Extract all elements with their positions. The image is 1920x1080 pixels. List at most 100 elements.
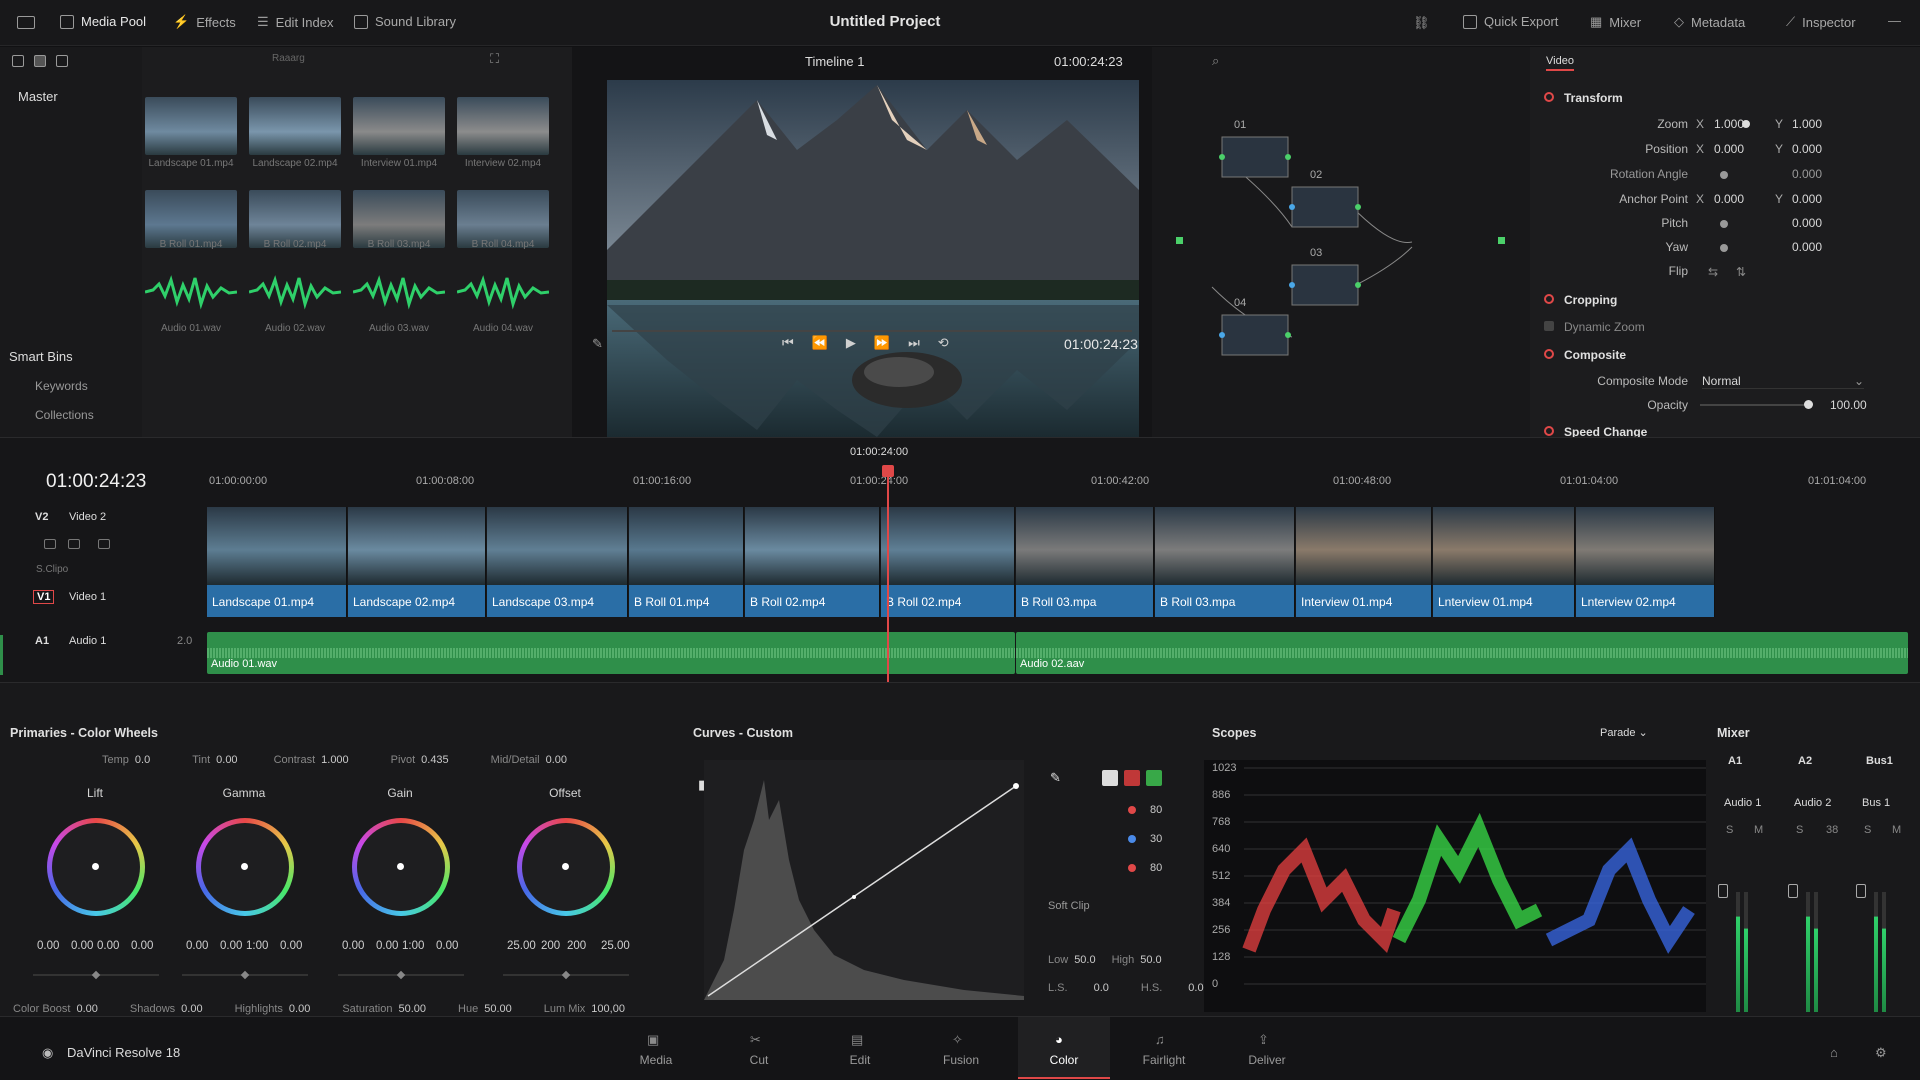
viewer-scrubber[interactable] bbox=[612, 330, 1132, 332]
timeline-clip[interactable]: Landscape 03.mp4 bbox=[487, 507, 628, 617]
more-icon[interactable]: — bbox=[1888, 13, 1901, 28]
page-tab-media[interactable]: ▣ Media bbox=[610, 1017, 702, 1079]
mixer-mute-button[interactable]: M bbox=[1892, 824, 1901, 836]
home-icon[interactable]: ⌂ bbox=[1830, 1045, 1838, 1060]
effects-button[interactable]: ⚡ Effects bbox=[173, 14, 236, 30]
blue-intensity[interactable]: 80 bbox=[1150, 862, 1162, 874]
page-tab-deliver[interactable]: ⇪ Deliver bbox=[1221, 1017, 1313, 1079]
composite-mode-select[interactable]: Normal ⌄ bbox=[1702, 374, 1864, 389]
lift-value[interactable]: 0.00 bbox=[37, 940, 59, 952]
temp-value[interactable]: 0.0 bbox=[135, 754, 150, 766]
speed-change-toggle[interactable] bbox=[1544, 426, 1554, 436]
tint-value[interactable]: 0.00 bbox=[216, 754, 237, 766]
offset-wheel[interactable] bbox=[517, 818, 615, 916]
offset-value[interactable]: 200 bbox=[567, 940, 586, 952]
gamma-value[interactable]: 0.00 bbox=[186, 940, 208, 952]
offset-value[interactable]: 200 bbox=[541, 940, 560, 952]
mixer-fader[interactable] bbox=[1718, 884, 1728, 898]
pitch-slider[interactable] bbox=[1720, 220, 1728, 228]
clip-thumbnail[interactable] bbox=[249, 97, 341, 155]
timeline-clip[interactable]: B Roll 03.mpa bbox=[1155, 507, 1295, 617]
zoom-icon[interactable]: ⌕ bbox=[1212, 53, 1219, 69]
timeline-name[interactable]: Timeline 1 bbox=[805, 54, 864, 69]
timeline-clip[interactable]: Interview 01.mp4 bbox=[1296, 507, 1432, 617]
gain-value[interactable]: 0.00 bbox=[436, 940, 458, 952]
mixer-button[interactable]: ▦ Mixer bbox=[1590, 14, 1641, 30]
ls-value[interactable]: 0.0 bbox=[1094, 982, 1109, 994]
track-view-icon[interactable] bbox=[98, 539, 110, 549]
audio-thumbnail[interactable] bbox=[144, 273, 238, 311]
cropping-header[interactable]: Cropping bbox=[1564, 293, 1617, 307]
lift-value[interactable]: 0.00 bbox=[71, 940, 93, 952]
curves-graph[interactable] bbox=[704, 760, 1024, 1000]
lift-wheel[interactable] bbox=[47, 818, 145, 916]
gamma-value[interactable]: 1:00 bbox=[246, 940, 268, 952]
rotation-value[interactable]: 0.000 bbox=[1792, 167, 1822, 181]
transform-toggle[interactable] bbox=[1544, 92, 1554, 102]
zoom-y-value[interactable]: 1.000 bbox=[1792, 117, 1822, 131]
page-tab-cut[interactable]: ✂ Cut bbox=[713, 1017, 805, 1079]
timeline-ruler[interactable]: 01:00:00:00 01:00:08:00 01:00:16:00 01:00:2… bbox=[205, 465, 1920, 487]
timeline-clip[interactable]: B Roll 02.mp4 bbox=[745, 507, 880, 617]
contrast-value[interactable]: 1.000 bbox=[321, 754, 349, 766]
timeline-clip[interactable]: Landscape 02.mp4 bbox=[348, 507, 486, 617]
opacity-value[interactable]: 100.00 bbox=[1830, 398, 1867, 412]
track-a1-name[interactable]: Audio 1 bbox=[69, 635, 106, 647]
page-tab-edit[interactable]: ▤ Edit bbox=[814, 1017, 906, 1079]
step-forward-icon[interactable]: ⏩ bbox=[874, 335, 890, 351]
curve-channel-white[interactable] bbox=[1102, 770, 1118, 786]
transform-header[interactable]: Transform bbox=[1564, 91, 1623, 105]
track-v1[interactable]: V1 bbox=[33, 590, 55, 604]
skip-back-icon[interactable]: ⏮ bbox=[782, 335, 794, 351]
lum-mix-value[interactable]: 100,00 bbox=[591, 1003, 625, 1015]
timeline-clip[interactable]: B Roll 03.mpa bbox=[1016, 507, 1154, 617]
gamma-value[interactable]: 0.00 bbox=[280, 940, 302, 952]
zoom-x-value[interactable]: 1.000 bbox=[1714, 117, 1744, 131]
master-bin[interactable]: Master bbox=[18, 89, 58, 104]
playhead-handle[interactable] bbox=[882, 465, 894, 477]
flip-horizontal-icon[interactable]: ⇆ bbox=[1708, 265, 1718, 279]
playhead[interactable] bbox=[887, 465, 889, 685]
dynamic-zoom-header[interactable]: Dynamic Zoom bbox=[1564, 320, 1645, 334]
yaw-value[interactable]: 0.000 bbox=[1792, 240, 1822, 254]
offset-value[interactable]: 25.00 bbox=[601, 940, 630, 952]
anchor-y-value[interactable]: 0.000 bbox=[1792, 192, 1822, 206]
timeline-clip[interactable]: Lnterview 02.mp4 bbox=[1576, 507, 1715, 617]
offset-wheel-puck[interactable] bbox=[562, 863, 569, 870]
workspace-icon[interactable] bbox=[17, 16, 35, 29]
dynamic-zoom-toggle[interactable] bbox=[1544, 321, 1554, 331]
mixer-mute-button[interactable]: M bbox=[1754, 824, 1763, 836]
clip-thumbnail[interactable] bbox=[353, 97, 445, 155]
skip-forward-icon[interactable]: ⏭ bbox=[908, 335, 920, 351]
settings-gear-icon[interactable]: ⚙ bbox=[1875, 1045, 1887, 1061]
list-view-icon[interactable] bbox=[34, 55, 46, 67]
mixer-fader[interactable] bbox=[1856, 884, 1866, 898]
timeline-clip[interactable]: B Roll 02.mp4 bbox=[881, 507, 1015, 617]
track-enable-icon[interactable] bbox=[68, 539, 80, 549]
color-boost-value[interactable]: 0.00 bbox=[76, 1003, 97, 1015]
low-value[interactable]: 50.0 bbox=[1074, 954, 1095, 966]
eyedropper-icon[interactable]: ✎ bbox=[1050, 770, 1061, 786]
metadata-button[interactable]: ◇ Metadata bbox=[1674, 14, 1745, 30]
high-value[interactable]: 50.0 bbox=[1140, 954, 1161, 966]
step-back-icon[interactable]: ⏪ bbox=[812, 335, 828, 351]
gain-value[interactable]: 1:00 bbox=[402, 940, 424, 952]
clip-thumbnail[interactable] bbox=[145, 97, 237, 155]
lift-value[interactable]: 0.00 bbox=[97, 940, 119, 952]
flip-vertical-icon[interactable]: ⇅ bbox=[1736, 265, 1746, 279]
curve-point-icon[interactable]: ▮ bbox=[698, 777, 705, 793]
curve-channel-red[interactable] bbox=[1124, 770, 1140, 786]
shadows-value[interactable]: 0.00 bbox=[181, 1003, 202, 1015]
position-x-value[interactable]: 0.000 bbox=[1714, 142, 1744, 156]
page-tab-fusion[interactable]: ✧ Fusion bbox=[915, 1017, 1007, 1079]
timeline-clip[interactable]: Lnterview 01.mp4 bbox=[1433, 507, 1575, 617]
thumb-view-icon[interactable] bbox=[56, 55, 68, 67]
track-a1[interactable]: A1 bbox=[35, 635, 49, 647]
hs-value[interactable]: 0.0 bbox=[1188, 982, 1203, 994]
composite-header[interactable]: Composite bbox=[1564, 348, 1626, 362]
opacity-slider-track[interactable] bbox=[1700, 404, 1808, 406]
clip-thumbnail[interactable] bbox=[457, 97, 549, 155]
highlights-value[interactable]: 0.00 bbox=[289, 1003, 310, 1015]
sound-library-button[interactable]: Sound Library bbox=[354, 14, 456, 29]
green-intensity[interactable]: 30 bbox=[1150, 833, 1162, 845]
